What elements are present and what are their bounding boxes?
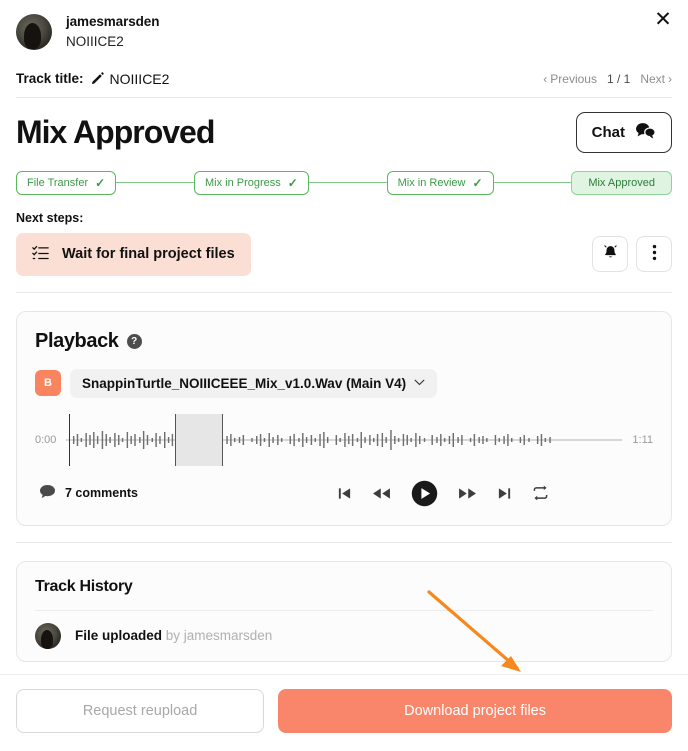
bottom-action-bar: Request reupload Download project files [0,674,688,751]
track-title-label: Track title: [16,71,84,87]
user-identity: jamesmarsden NOIIICE2 [66,14,159,51]
track-title-row: Track title: NOIIICE2 ‹ Previous 1 / 1 N… [16,71,672,98]
step-mix-in-progress[interactable]: Mix in Progress ✓ [193,170,309,195]
history-action: File uploaded [75,628,163,644]
next-button[interactable]: Next › [640,72,672,86]
checklist-icon [32,244,49,265]
kebab-menu-icon [652,244,657,264]
time-start: 0:00 [35,433,57,446]
skip-end-icon[interactable] [497,486,512,501]
history-avatar [35,622,61,649]
chevron-left-icon: ‹ [543,71,548,86]
step-connector [116,182,194,184]
step-mix-approved[interactable]: Mix Approved [571,170,672,195]
check-icon: ✓ [472,175,483,190]
playback-card: Playback ? B SnappinTurtle_NOIIICEEE_Mix… [16,310,672,526]
chevron-right-icon: › [668,71,672,86]
section-divider-2 [16,541,672,543]
transport-row: 7 comments [35,480,653,511]
comment-bubble-icon [39,484,56,502]
file-name: SnappinTurtle_NOIIICEEE_Mix_v1.0.Wav (Ma… [82,375,407,391]
check-icon: ✓ [95,175,106,190]
step-label: Mix in Progress [204,176,281,189]
page-title: Mix Approved [16,113,215,150]
history-entry-text: File uploaded by jamesmarsden [75,628,272,643]
playback-title-row: Playback ? [35,330,653,353]
previous-button[interactable]: ‹ Previous [543,72,597,86]
chat-button-label: Chat [591,123,625,141]
time-end: 1:11 [632,433,653,446]
previous-label: Previous [550,71,597,86]
chat-bubbles-icon [634,122,656,143]
step-label: Mix Approved [588,176,655,189]
track-title-block: Track title: NOIIICE2 [16,71,169,87]
download-project-files-button[interactable]: Download project files [278,689,672,733]
loop-icon[interactable] [532,485,549,501]
track-title-value: NOIIICE2 [109,70,170,87]
history-actor: by jamesmarsden [162,628,273,644]
track-history-row[interactable]: File uploaded by jamesmarsden [17,611,671,661]
step-file-transfer[interactable]: File Transfer ✓ [16,170,117,195]
next-label: Next [640,71,665,86]
next-steps-label: Next steps: [16,210,84,225]
next-step-item: Wait for final project files [16,232,251,276]
waveform[interactable] [66,413,623,466]
chat-button[interactable]: Chat [575,111,672,153]
playback-title: Playback [35,329,119,352]
track-history-card: Track History File uploaded by jamesmars… [16,560,672,662]
page-count: 1 / 1 [606,71,631,86]
page-heading-row: Mix Approved Chat [16,111,672,153]
fast-forward-icon[interactable] [458,486,477,501]
step-mix-in-review[interactable]: Mix in Review ✓ [386,170,494,195]
avatar [16,14,52,50]
waveform-svg [66,429,623,450]
step-label: File Transfer [27,176,89,189]
file-badge: B [35,370,61,397]
playhead[interactable] [68,413,71,466]
waveform-selection[interactable] [174,413,223,466]
file-selector-dropdown[interactable]: SnappinTurtle_NOIIICEEE_Mix_v1.0.Wav (Ma… [70,368,438,398]
more-options-button[interactable] [636,236,672,273]
chevron-down-icon [414,377,425,389]
track-history-title: Track History [35,577,133,595]
user-header: jamesmarsden NOIIICE2 [0,0,688,51]
skip-start-icon[interactable] [337,486,352,501]
step-connector [308,182,387,184]
comments-button[interactable]: 7 comments [39,484,138,502]
header-action-buttons [592,236,672,273]
next-steps-row: Wait for final project files [16,232,672,276]
help-icon[interactable]: ? [126,333,142,349]
section-divider [16,291,672,293]
waveform-row: 0:00 1:11 [35,413,653,466]
file-selector-row: B SnappinTurtle_NOIIICEEE_Mix_v1.0.Wav (… [35,368,653,398]
request-reupload-button[interactable]: Request reupload [16,689,265,733]
workflow-stepper: File Transfer ✓ Mix in Progress ✓ Mix in… [16,170,672,195]
pencil-icon[interactable] [90,71,105,86]
username: jamesmarsden [66,14,160,29]
pager: ‹ Previous 1 / 1 Next › [543,72,672,86]
play-icon[interactable] [411,480,438,507]
step-label: Mix in Review [397,176,466,189]
check-icon: ✓ [287,175,298,190]
user-subtitle: NOIIICE2 [66,33,124,49]
rewind-icon[interactable] [372,486,391,501]
close-icon[interactable]: ✕ [650,6,676,32]
step-connector [493,182,572,184]
bell-icon [602,244,619,264]
next-step-text: Wait for final project files [62,246,235,263]
comments-count: 7 comments [65,486,138,501]
playback-controls [337,480,549,507]
notifications-button[interactable] [592,236,628,273]
